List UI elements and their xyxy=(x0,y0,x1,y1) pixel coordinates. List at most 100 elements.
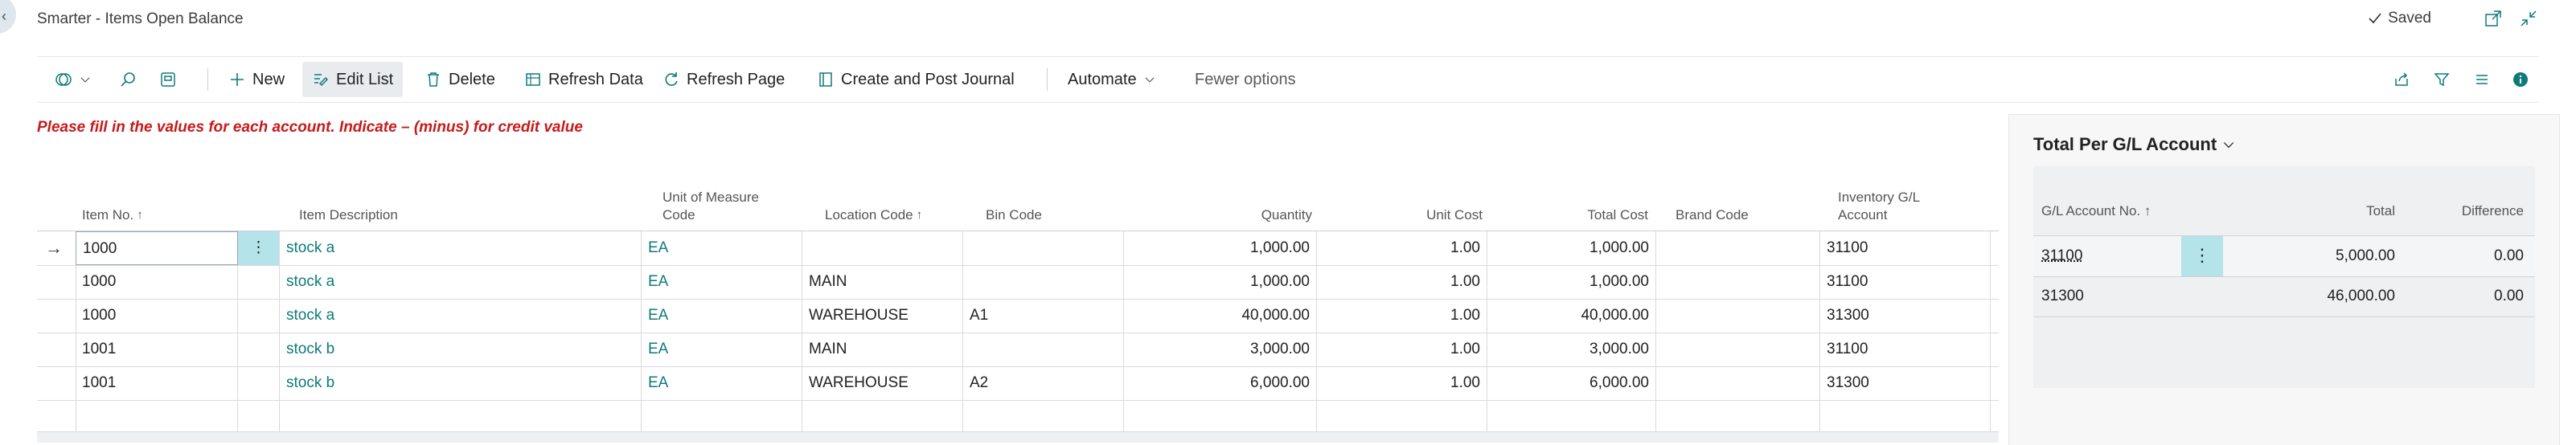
fb-header-difference[interactable]: Difference xyxy=(2435,203,2524,219)
table-row[interactable]: 1001 stock b EA WAREHOUSE A2 6,000.00 1.… xyxy=(37,366,1999,401)
cell-unit-cost[interactable] xyxy=(1317,400,1487,434)
horizontal-scrollbar[interactable] xyxy=(37,431,1999,443)
cell-brand[interactable] xyxy=(1656,299,1820,333)
cell-unit-cost[interactable]: 1.00 xyxy=(1317,366,1487,400)
cell-bin[interactable] xyxy=(963,231,1124,265)
cell-location[interactable] xyxy=(802,400,963,434)
edit-list-button[interactable]: Edit List xyxy=(302,62,404,97)
cell-unit-cost[interactable]: 1.00 xyxy=(1317,231,1487,265)
refresh-page-button[interactable]: Refresh Page xyxy=(653,62,794,97)
cell-inventory-gl[interactable]: 31100 xyxy=(1820,265,1991,299)
cell-quantity[interactable]: 6,000.00 xyxy=(1124,366,1317,400)
cell-uom[interactable]: EA xyxy=(642,231,802,265)
cell-total-cost[interactable]: 40,000.00 xyxy=(1487,299,1656,333)
row-gutter[interactable] xyxy=(37,333,76,366)
cell-brand[interactable] xyxy=(1656,366,1820,400)
open-new-window-icon[interactable] xyxy=(2483,8,2504,29)
cell-item-description[interactable]: stock b xyxy=(280,333,642,366)
col-header-quantity[interactable]: Quantity xyxy=(1155,181,1312,231)
cell-unit-cost[interactable]: 1.00 xyxy=(1317,265,1487,299)
cell-bin[interactable] xyxy=(963,265,1124,299)
fb-header-total[interactable]: Total xyxy=(2339,203,2395,219)
row-actions-cell[interactable] xyxy=(238,366,280,400)
new-button[interactable]: New xyxy=(219,62,294,97)
cell-uom[interactable] xyxy=(642,400,802,434)
cell-quantity[interactable]: 40,000.00 xyxy=(1124,299,1317,333)
row-actions-cell[interactable] xyxy=(238,265,280,299)
row-actions-cell[interactable] xyxy=(238,400,280,434)
share-button[interactable] xyxy=(2383,62,2420,97)
back-circle[interactable]: ‹ xyxy=(0,0,16,34)
cell-total-cost[interactable]: 1,000.00 xyxy=(1487,265,1656,299)
fewer-options-button[interactable]: Fewer options xyxy=(1185,62,1306,97)
cell-item-no[interactable]: 1000 xyxy=(76,265,238,299)
search-button[interactable] xyxy=(109,62,146,97)
cell-item-description[interactable]: stock a xyxy=(280,265,642,299)
table-row[interactable]: 1000 stock a EA MAIN 1,000.00 1.00 1,000… xyxy=(37,265,1999,300)
cell-item-description[interactable]: stock a xyxy=(280,299,642,333)
col-header-location[interactable]: Location Code ↑ xyxy=(825,181,978,231)
cell-item-description[interactable]: stock a xyxy=(280,231,642,265)
info-button[interactable] xyxy=(2502,62,2539,97)
cell-bin[interactable]: A2 xyxy=(963,366,1124,400)
cell-quantity[interactable]: 1,000.00 xyxy=(1124,265,1317,299)
cell-item-no[interactable]: 1000 xyxy=(76,299,238,333)
table-row[interactable]: 1001 stock b EA MAIN 3,000.00 1.00 3,000… xyxy=(37,333,1999,367)
cell-brand[interactable] xyxy=(1656,333,1820,366)
row-gutter[interactable] xyxy=(37,265,76,299)
refresh-data-button[interactable]: Refresh Data xyxy=(515,62,653,97)
cell-item-no[interactable] xyxy=(76,400,238,434)
cell-location[interactable]: WAREHOUSE xyxy=(802,299,963,333)
filter-pane-button[interactable] xyxy=(150,62,187,97)
col-header-unit-cost[interactable]: Unit Cost xyxy=(1331,181,1483,231)
cell-bin[interactable] xyxy=(963,333,1124,366)
cell-unit-cost[interactable]: 1.00 xyxy=(1317,333,1487,366)
list-item[interactable]: 31100 ⋮ 5,000.00 0.00 xyxy=(2033,236,2535,277)
delete-button[interactable]: Delete xyxy=(415,62,505,97)
row-actions-button[interactable]: ⋮ xyxy=(238,231,280,265)
cell-location[interactable] xyxy=(802,231,963,265)
fb-cell-account[interactable]: 31300 xyxy=(2041,276,2084,316)
list-view-button[interactable] xyxy=(2463,62,2500,97)
row-actions-button[interactable]: ⋮ xyxy=(2181,236,2223,276)
row-gutter[interactable]: → xyxy=(37,231,76,265)
cell-item-no[interactable]: 1001 xyxy=(76,333,238,366)
row-gutter[interactable] xyxy=(37,299,76,333)
cell-inventory-gl[interactable] xyxy=(1820,400,1991,434)
cell-brand[interactable] xyxy=(1656,231,1820,265)
collapse-icon[interactable] xyxy=(2518,8,2539,29)
row-gutter[interactable] xyxy=(37,400,76,434)
cell-item-description[interactable]: stock b xyxy=(280,366,642,400)
cell-inventory-gl[interactable]: 31300 xyxy=(1820,366,1991,400)
table-row[interactable]: 1000 stock a EA WAREHOUSE A1 40,000.00 1… xyxy=(37,299,1999,333)
list-item[interactable]: 31300 46,000.00 0.00 xyxy=(2033,276,2535,317)
col-header-uom[interactable]: Unit of Measure Code xyxy=(662,181,815,231)
cell-location[interactable]: MAIN xyxy=(802,333,963,366)
cell-total-cost[interactable]: 1,000.00 xyxy=(1487,231,1656,265)
col-header-item-description[interactable]: Item Description xyxy=(299,181,645,231)
cell-brand[interactable] xyxy=(1656,400,1820,434)
cell-total-cost[interactable]: 6,000.00 xyxy=(1487,366,1656,400)
cell-total-cost[interactable]: 3,000.00 xyxy=(1487,333,1656,366)
col-header-total-cost[interactable]: Total Cost xyxy=(1500,181,1648,231)
fb-cell-account[interactable]: 31100 xyxy=(2041,236,2082,276)
cell-uom[interactable]: EA xyxy=(642,366,802,400)
cell-quantity[interactable]: 1,000.00 xyxy=(1124,231,1317,265)
cell-inventory-gl[interactable]: 31100 xyxy=(1820,231,1991,265)
cell-inventory-gl[interactable]: 31100 xyxy=(1820,333,1991,366)
cell-bin[interactable] xyxy=(963,400,1124,434)
cell-total-cost[interactable] xyxy=(1487,400,1656,434)
row-actions-cell[interactable] xyxy=(238,333,280,366)
cell-item-no[interactable]: 1000 xyxy=(76,231,238,265)
col-header-bin[interactable]: Bin Code xyxy=(986,181,1138,231)
cell-brand[interactable] xyxy=(1656,265,1820,299)
cell-inventory-gl[interactable]: 31300 xyxy=(1820,299,1991,333)
new-row[interactable] xyxy=(37,400,1999,435)
cell-location[interactable]: MAIN xyxy=(802,265,963,299)
cell-quantity[interactable] xyxy=(1124,400,1317,434)
col-header-item-no[interactable]: Item No. ↑ xyxy=(82,181,235,231)
row-gutter[interactable] xyxy=(37,366,76,400)
table-row[interactable]: → 1000 ⋮ stock a EA 1,000.00 1.00 1,000.… xyxy=(37,231,1999,266)
cell-unit-cost[interactable]: 1.00 xyxy=(1317,299,1487,333)
automate-menu[interactable]: Automate xyxy=(1058,62,1166,97)
